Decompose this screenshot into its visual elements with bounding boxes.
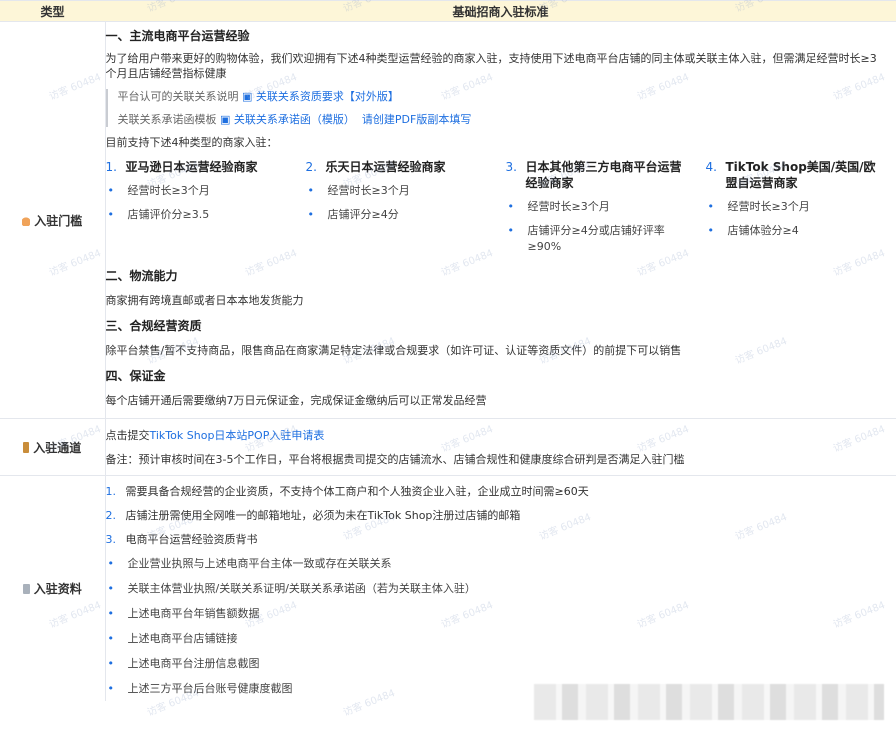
header-standard: 基础招商入驻标准 (105, 0, 896, 22)
row-materials: 入驻资料 1. 需要具备合规经营的企业资质，不支持个体工商户和个人独资企业入驻，企… (0, 475, 896, 701)
merchant-type-bullet: 经营时长≥3个月 (127, 184, 210, 197)
merchant-type-title: 亚马逊日本运营经验商家 (125, 160, 258, 174)
merchant-type-title: 日本其他第三方电商平台运营经验商家 (525, 160, 682, 190)
merchant-type-bullet: 经营时长≥3个月 (727, 200, 810, 213)
row-channel-label-cell: 入驻通道 (0, 418, 106, 476)
merchant-type-title: 乐天日本运营经验商家 (325, 160, 446, 174)
section-deposit-text: 每个店铺开通后需要缴纳7万日元保证金，完成保证金缴纳后可以正常发品经营 (105, 394, 487, 407)
materials-numbered-item: 2. 店铺注册需使用全网唯一的邮箱地址，必须为未在TikTok Shop注册过店铺… (105, 509, 521, 522)
section-compliance-title: 三、合规经营资质 (105, 319, 202, 333)
section-ecommerce-title: 一、主流电商平台运营经验 (105, 29, 250, 43)
flame-icon (22, 214, 31, 226)
merchant-type-item: 3. 日本其他第三方电商平台运营经验商家 • 经营时长≥3个月 • 店铺评分≥4分或店… (506, 159, 706, 255)
section-deposit-title: 四、保证金 (105, 369, 166, 383)
merchant-type-bullet: 店铺体验分≥4 (727, 224, 799, 237)
table-header-row: 类型 基础招商入驻标准 (0, 0, 896, 22)
relation-qualification-link[interactable]: ▣ 关联关系资质要求【对外版】 (242, 90, 399, 103)
materials-bullet: • 上述电商平台店铺链接 (107, 632, 238, 645)
section-logistics-text: 商家拥有跨境直邮或者日本本地发货能力 (105, 294, 304, 307)
relation-template-prefix: 关联关系承诺函模板 (117, 113, 217, 126)
section-logistics-title: 二、物流能力 (105, 269, 178, 283)
merchant-type-bullet: 经营时长≥3个月 (527, 200, 610, 213)
row-threshold: 入驻门槛 一、主流电商平台运营经验 为了给用户带来更好的购物体验，我们欢迎拥有下… (0, 21, 896, 419)
row-threshold-label-cell: 入驻门槛 (0, 21, 106, 419)
door-icon (23, 441, 30, 453)
materials-numbered-item: 3. 电商平台运营经验资质背书 (105, 533, 258, 546)
application-form-link[interactable]: TikTok Shop日本站POP入驻申请表 (150, 429, 325, 442)
relation-note-box: 平台认可的关联关系说明 ▣ 关联关系资质要求【对外版】 关联关系承诺函模板 ▣ … (105, 89, 896, 127)
merchant-type-title: TikTok Shop美国/英国/欧盟自运营商家 (725, 160, 876, 190)
merchant-type-item: 2. 乐天日本运营经验商家 • 经营时长≥3个月 • 店铺评分≥4分 (305, 160, 446, 221)
row-materials-label: 入驻资料 (33, 582, 82, 596)
create-pdf-link[interactable]: 请创建PDF版副本填写 (362, 113, 471, 126)
row-channel: 入驻通道 点击提交TikTok Shop日本站POP入驻申请表 备注：预计审核时… (0, 418, 896, 476)
document-icon (22, 583, 30, 594)
row-threshold-label: 入驻门槛 (34, 213, 83, 228)
standards-table: 类型 基础招商入驻标准 入驻门槛 一、主流电商平台运营经验 为了给用户带来更好的… (0, 0, 896, 701)
merchant-type-item: 1. 亚马逊日本运营经验商家 • 经营时长≥3个月 • 店铺评价分≥3.5 (105, 160, 258, 221)
section-compliance-text: 除平台禁售/暂不支持商品，限售商品在商家满足特定法律或合规要求（如许可证、认证等… (105, 344, 682, 357)
merchant-type-bullet: 店铺评分≥4分或店铺好评率≥90% (527, 224, 665, 253)
merchant-types: 1. 亚马逊日本运营经验商家 • 经营时长≥3个月 • 店铺评价分≥3.5 2. 乐天日… (106, 159, 896, 255)
row-materials-label-cell: 入驻资料 (0, 475, 106, 701)
header-type: 类型 (0, 0, 105, 22)
section-ecommerce-intro: 为了给用户带来更好的购物体验，我们欢迎拥有下述4种类型运营经验的商家入驻，支持使… (105, 52, 877, 80)
merchant-type-bullet: 经营时长≥3个月 (327, 184, 410, 197)
channel-prefix: 点击提交 (105, 428, 150, 442)
channel-note: 备注：预计审核时间在3-5个工作日，平台将根据贵司提交的店铺流水、店铺合规性和健… (105, 452, 685, 466)
merchant-type-item: 4. TikTok Shop美国/英国/欧盟自运营商家 • 经营时长≥3个月 • 店铺… (706, 159, 881, 255)
materials-bullet: • 企业营业执照与上述电商平台主体一致或存在关联关系 (107, 557, 392, 570)
support-text: 目前支持下述4种类型的商家入驻： (105, 136, 278, 149)
row-materials-content: 1. 需要具备合规经营的企业资质，不支持个体工商户和个人独资企业入驻，企业成立时间… (105, 475, 896, 701)
row-channel-label: 入驻通道 (33, 440, 82, 455)
relation-commitment-link[interactable]: ▣ 关联关系承诺函（模版） (220, 113, 355, 126)
row-threshold-content: 一、主流电商平台运营经验 为了给用户带来更好的购物体验，我们欢迎拥有下述4种类型… (105, 21, 896, 419)
materials-bullet: • 上述电商平台年销售额数据 (107, 607, 260, 620)
materials-numbered-item: 1. 需要具备合规经营的企业资质，不支持个体工商户和个人独资企业入驻，企业成立时间… (105, 485, 589, 498)
materials-bullet: • 关联主体营业执照/关联关系证明/关联关系承诺函（若为关联主体入驻） (107, 582, 476, 595)
merchant-type-bullet: 店铺评分≥4分 (327, 208, 399, 221)
merchant-type-bullet: 店铺评价分≥3.5 (127, 208, 210, 221)
row-channel-content: 点击提交TikTok Shop日本站POP入驻申请表 备注：预计审核时间在3-5… (105, 418, 896, 476)
materials-bullet: • 上述电商平台注册信息截图 (107, 657, 260, 670)
blurred-region (534, 684, 884, 720)
relation-desc-prefix: 平台认可的关联关系说明 (117, 90, 239, 103)
